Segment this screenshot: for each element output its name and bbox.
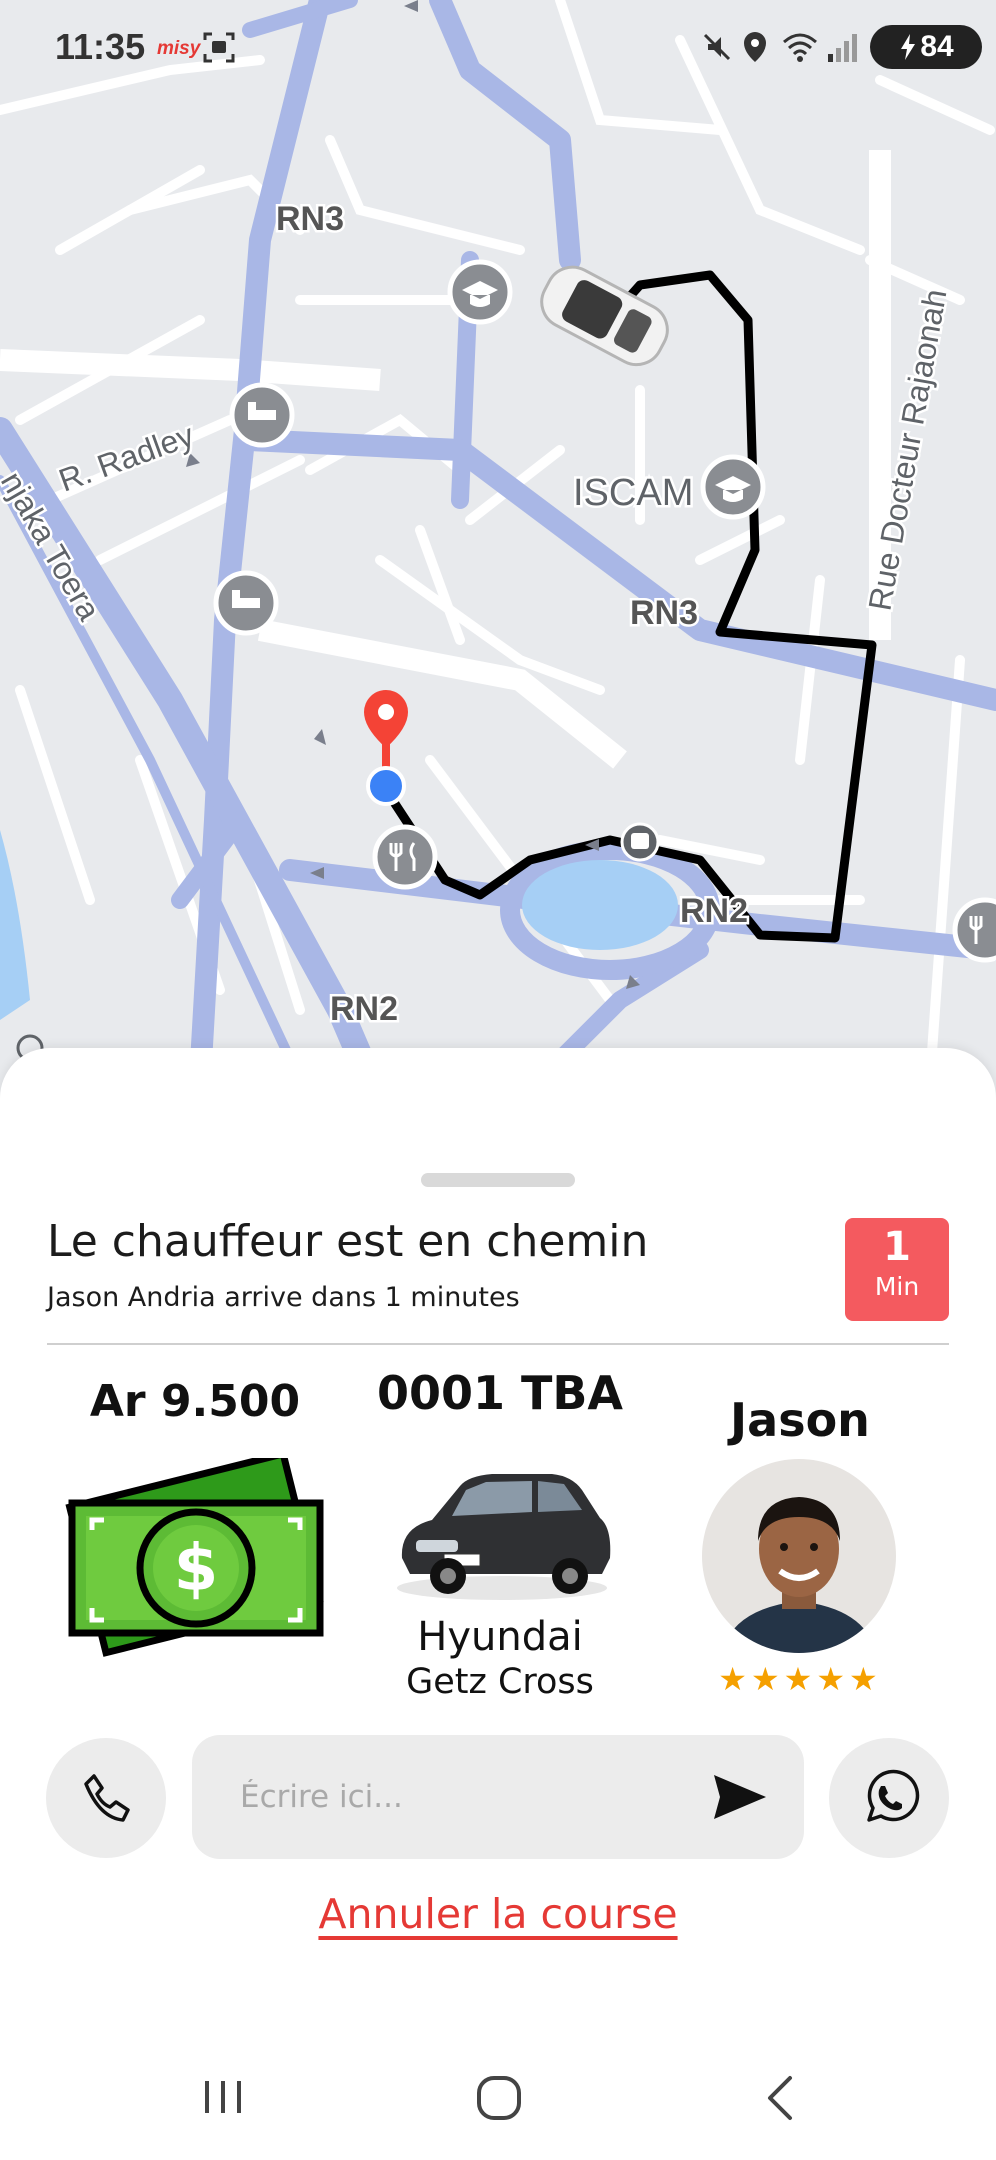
car-photo [397, 1474, 611, 1600]
car-make: Hyundai [417, 1614, 583, 1660]
hotel-icon[interactable] [229, 382, 295, 448]
school-icon[interactable] [447, 259, 513, 325]
charging-icon [901, 34, 916, 60]
restaurant-icon[interactable] [372, 824, 438, 890]
status-bar: 11:35 misy 84 [0, 0, 996, 95]
mute-icon [703, 33, 731, 61]
location-icon [744, 32, 766, 62]
screenshot-icon [203, 32, 235, 63]
message-input[interactable] [238, 1771, 682, 1823]
map-view[interactable]: RN3 RN3 RN2 RN2 ISCAM R. Radley Rue Doct… [0, 0, 996, 1093]
status-time: 11:35 [55, 26, 146, 67]
label-rn2-right: RN2 [680, 892, 748, 930]
eta-unit: Min [874, 1272, 920, 1301]
signal-icon [828, 34, 857, 62]
car-plate: 0001 TBA [376, 1366, 624, 1420]
recent-apps-icon[interactable] [198, 2075, 248, 2119]
bus-stop-icon[interactable] [620, 822, 660, 862]
battery-icon: 84 [870, 25, 982, 69]
star-icon: ★ [750, 1660, 780, 1698]
current-location-icon [366, 766, 406, 806]
phone-icon [84, 1774, 130, 1822]
star-icon: ★ [783, 1660, 813, 1698]
wifi-icon [783, 33, 817, 62]
misy-logo: misy [157, 38, 201, 59]
whatsapp-icon [867, 1769, 920, 1822]
label-iscam: ISCAM [573, 472, 693, 514]
eta-value: 1 [883, 1224, 911, 1270]
trip-status-subtitle: Jason Andria arrive dans 1 minutes [47, 1282, 520, 1313]
label-rn3-top: RN3 [276, 200, 344, 238]
driver-name: Jason [730, 1393, 870, 1447]
star-icon: ★ [718, 1660, 747, 1698]
label-rn3-mid: RN3 [630, 594, 698, 632]
driver-avatar [702, 1459, 896, 1653]
driver-rating: ★ ★ ★ ★ ★ [708, 1662, 888, 1696]
car-model: Getz Cross [406, 1662, 594, 1702]
svg-text:$: $ [174, 1532, 219, 1606]
send-icon[interactable] [710, 1767, 770, 1827]
map-canvas[interactable]: RN3 RN3 RN2 RN2 ISCAM R. Radley Rue Doct… [0, 0, 996, 1093]
sheet-drag-handle[interactable] [421, 1173, 575, 1187]
system-nav-bar [0, 2035, 996, 2160]
back-icon[interactable] [760, 2073, 800, 2123]
school-icon[interactable] [700, 454, 766, 520]
star-icon: ★ [816, 1660, 846, 1698]
trip-bottom-sheet: Le chauffeur est en chemin Jason Andria … [0, 1048, 996, 2035]
message-field[interactable] [192, 1735, 804, 1859]
divider [47, 1343, 949, 1345]
cash-payment-icon: $ [65, 1458, 324, 1657]
trip-status-title: Le chauffeur est en chemin [47, 1216, 649, 1267]
trip-price: Ar 9.500 [89, 1376, 301, 1427]
label-rn2-bottom: RN2 [330, 990, 398, 1028]
whatsapp-button[interactable] [829, 1738, 949, 1858]
battery-level: 84 [920, 30, 954, 63]
restaurant-icon[interactable] [952, 897, 996, 963]
cancel-ride-link[interactable]: Annuler la course [0, 1890, 996, 1938]
star-icon: ★ [849, 1660, 878, 1698]
home-icon[interactable] [474, 2073, 524, 2123]
hotel-icon[interactable] [213, 570, 279, 636]
eta-badge: 1 Min [845, 1218, 949, 1321]
call-button[interactable] [46, 1738, 166, 1858]
